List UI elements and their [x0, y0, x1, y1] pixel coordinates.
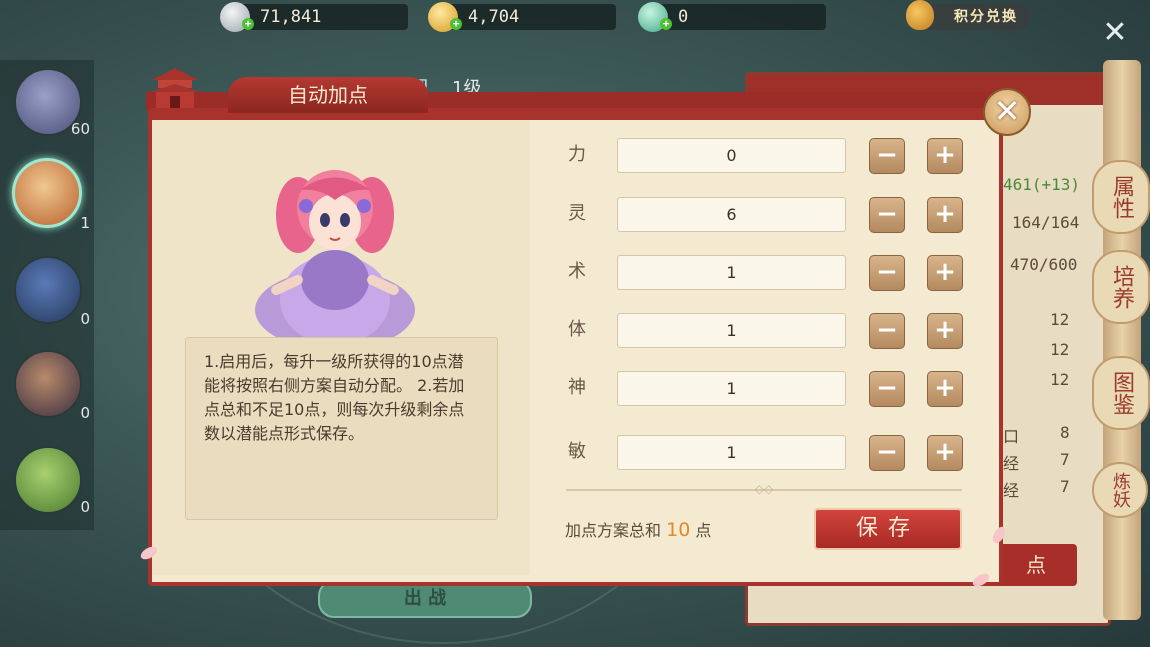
silver-amount: 71,841 — [260, 7, 322, 27]
pagoda-icon — [150, 68, 200, 108]
stat-value: 7 — [1060, 477, 1070, 496]
stat-label-body: 体 — [568, 319, 586, 340]
tab-handbook[interactable]: 图鉴 — [1092, 356, 1150, 430]
stat-label-spirit: 灵 — [568, 203, 586, 224]
add-silver-icon[interactable]: + — [242, 18, 254, 30]
pet-level: 0 — [80, 404, 90, 422]
stat-value: 461(+13) — [1003, 175, 1081, 194]
distribute-button[interactable]: 点 — [995, 544, 1077, 586]
money-bag-icon — [906, 0, 934, 30]
silver-currency: + 71,841 — [220, 2, 408, 32]
save-button[interactable]: 保存 — [814, 508, 962, 550]
total-value: 10 — [666, 519, 691, 541]
stat-value: 8 — [1060, 423, 1070, 442]
gold-currency: + 4,704 — [428, 2, 616, 32]
description-box: 1.启用后，每升一级所获得的10点潜能将按照右侧方案自动分配。 2.若加点总和不… — [185, 337, 498, 520]
dialog-close-button[interactable]: ✕ — [983, 88, 1031, 136]
description-text: 1.启用后，每升一级所获得的10点潜能将按照右侧方案自动分配。 2.若加点总和不… — [204, 352, 465, 443]
jade-currency: + 0 — [638, 2, 826, 32]
body-minus-button[interactable]: − — [869, 313, 905, 349]
stat-label-mind: 神 — [568, 377, 586, 398]
exchange-label: 积分兑换 — [954, 9, 1018, 25]
agility-value: 1 — [617, 435, 846, 470]
magic-minus-button[interactable]: − — [869, 255, 905, 291]
dialog-title: 自动加点 — [228, 77, 428, 113]
side-scroll — [1103, 60, 1141, 620]
stat-row-glyph: 经 — [1003, 454, 1020, 473]
stat-value: 12 — [1050, 310, 1070, 329]
agility-minus-button[interactable]: − — [869, 435, 905, 471]
mind-plus-button[interactable]: + — [927, 371, 963, 407]
gold-amount: 4,704 — [468, 7, 520, 27]
mind-minus-button[interactable]: − — [869, 371, 905, 407]
stat-value: 470/600 — [1010, 255, 1078, 274]
spirit-plus-button[interactable]: + — [927, 197, 963, 233]
divider-ornament-icon: ◇◇ — [754, 482, 774, 496]
jade-amount: 0 — [678, 7, 689, 27]
points-exchange-button[interactable]: 积分兑换 — [906, 0, 1030, 30]
add-jade-icon[interactable]: + — [660, 18, 672, 30]
stat-label-agility: 敏 — [568, 441, 586, 462]
stat-label-magic: 术 — [568, 261, 586, 282]
total-prefix: 加点方案总和 — [565, 521, 662, 540]
pet-level: 1 — [80, 214, 90, 232]
pet-level: 60 — [70, 120, 90, 138]
close-icon[interactable]: ✕ — [1100, 18, 1130, 48]
body-value: 1 — [617, 313, 846, 348]
magic-value: 1 — [617, 255, 846, 290]
spirit-minus-button[interactable]: − — [869, 197, 905, 233]
stat-row-glyph: 口 — [1003, 427, 1020, 446]
tab-attributes[interactable]: 属性 — [1092, 160, 1150, 234]
total-points: 加点方案总和 10 点 — [565, 518, 711, 543]
agility-plus-button[interactable]: + — [927, 435, 963, 471]
battle-button-label: 出 战 — [403, 588, 447, 609]
body-plus-button[interactable]: + — [927, 313, 963, 349]
pet-level: 0 — [80, 498, 90, 516]
tab-cultivate[interactable]: 培养 — [1092, 250, 1150, 324]
magic-plus-button[interactable]: + — [927, 255, 963, 291]
character-portrait — [255, 170, 415, 340]
total-suffix: 点 — [695, 521, 712, 540]
tab-refine[interactable]: 炼妖 — [1092, 462, 1148, 518]
strength-plus-button[interactable]: + — [927, 138, 963, 174]
add-gold-icon[interactable]: + — [450, 18, 462, 30]
strength-value: 0 — [617, 138, 846, 173]
stat-value: 164/164 — [1012, 213, 1080, 232]
mind-value: 1 — [617, 371, 846, 406]
stat-label-strength: 力 — [568, 144, 586, 165]
strength-minus-button[interactable]: − — [869, 138, 905, 174]
stat-value: 12 — [1050, 370, 1070, 389]
pet-level: 0 — [80, 310, 90, 328]
spirit-value: 6 — [617, 197, 846, 232]
stat-value: 12 — [1050, 340, 1070, 359]
stat-value: 7 — [1060, 450, 1070, 469]
stat-row-glyph: 经 — [1003, 481, 1020, 500]
